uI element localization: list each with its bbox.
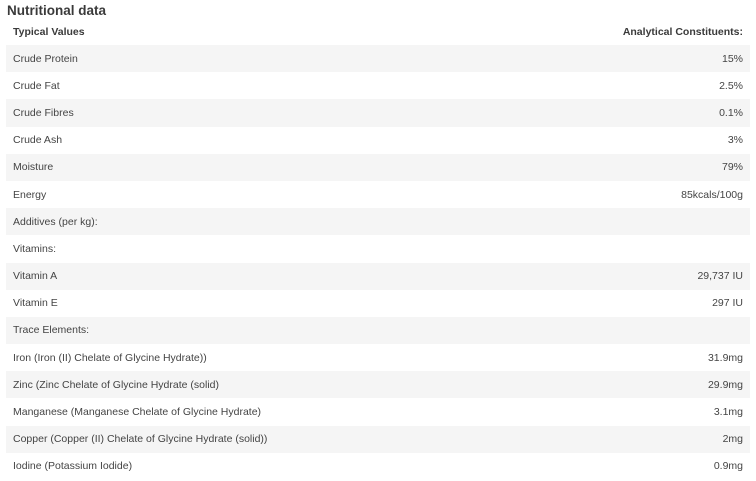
row-value: 29.9mg <box>502 371 750 399</box>
table-row: Crude Ash 3% <box>6 126 750 154</box>
column-header-analytical-constituents: Analytical Constituents: <box>622 25 743 38</box>
nutritional-data-section: Nutritional data Typical Values Analytic… <box>0 0 756 481</box>
section-title: Nutritional data <box>7 3 107 18</box>
table-row: Additives (per kg): <box>6 208 750 236</box>
table-row: Zinc (Zinc Chelate of Glycine Hydrate (s… <box>6 371 750 399</box>
table-row: Crude Fat 2.5% <box>6 72 750 100</box>
row-label: Energy <box>6 180 503 209</box>
row-value: 2mg <box>502 425 750 453</box>
row-label: Crude Fibres <box>6 99 503 127</box>
row-value: 3% <box>502 126 750 154</box>
table-row: Iodine (Potassium Iodide) 0.9mg <box>6 452 750 480</box>
row-label: Vitamin A <box>6 262 503 290</box>
row-value: 31.9mg <box>502 344 750 372</box>
row-value: 79% <box>502 153 750 181</box>
row-label: Moisture <box>6 153 503 181</box>
row-label: Iodine (Potassium Iodide) <box>6 452 503 480</box>
row-value <box>502 316 750 345</box>
row-label: Additives (per kg): <box>6 208 503 236</box>
table-row: Crude Fibres 0.1% <box>6 99 750 127</box>
row-value: 29,737 IU <box>502 262 750 290</box>
row-label: Vitamin E <box>6 289 503 317</box>
row-label: Trace Elements: <box>6 316 503 345</box>
row-value <box>502 208 750 236</box>
column-header-typical-values: Typical Values <box>13 25 85 38</box>
row-label: Zinc (Zinc Chelate of Glycine Hydrate (s… <box>6 371 503 399</box>
table-row: Crude Protein 15% <box>6 45 750 73</box>
row-value: 3.1mg <box>502 398 750 426</box>
table-row: Vitamin E 297 IU <box>6 289 750 317</box>
row-label: Crude Protein <box>6 45 503 73</box>
table-header-row: Typical Values Analytical Constituents: <box>6 18 750 45</box>
table-row: Manganese (Manganese Chelate of Glycine … <box>6 398 750 426</box>
table-row: Copper (Copper (II) Chelate of Glycine H… <box>6 425 750 453</box>
row-value: 85kcals/100g <box>502 180 750 209</box>
row-label: Crude Ash <box>6 126 503 154</box>
table-row: Trace Elements: <box>6 316 750 345</box>
table-row: Iron (Iron (II) Chelate of Glycine Hydra… <box>6 344 750 372</box>
table-row: Vitamin A 29,737 IU <box>6 262 750 290</box>
table-row: Vitamins: <box>6 235 750 263</box>
row-value: 2.5% <box>502 72 750 100</box>
row-value: 0.9mg <box>502 452 750 480</box>
row-label: Copper (Copper (II) Chelate of Glycine H… <box>6 425 503 453</box>
row-value <box>502 235 750 263</box>
nutrition-table: Typical Values Analytical Constituents: … <box>6 18 750 480</box>
table-row: Energy 85kcals/100g <box>6 180 750 209</box>
row-label: Iron (Iron (II) Chelate of Glycine Hydra… <box>6 344 503 372</box>
row-label: Manganese (Manganese Chelate of Glycine … <box>6 398 503 426</box>
row-value: 297 IU <box>502 289 750 317</box>
row-value: 15% <box>502 45 750 73</box>
row-value: 0.1% <box>502 99 750 127</box>
row-label: Crude Fat <box>6 72 503 100</box>
row-label: Vitamins: <box>6 235 503 263</box>
table-row: Moisture 79% <box>6 153 750 181</box>
